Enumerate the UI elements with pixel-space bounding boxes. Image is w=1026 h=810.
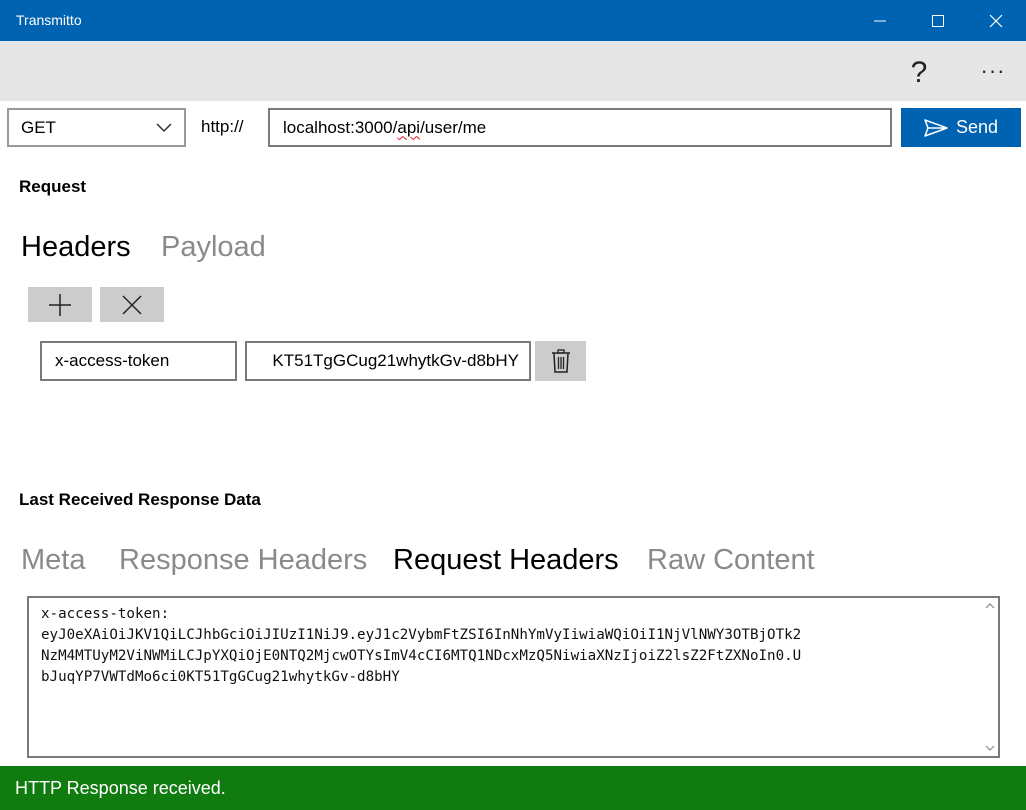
response-line: x-access-token: — [41, 606, 170, 622]
response-line: bJuqYP7VWTdMo6ci0KT51TgGCug21whytkGv-d8b… — [41, 669, 400, 685]
clear-headers-button[interactable] — [100, 287, 164, 322]
tab-headers[interactable]: Headers — [21, 231, 131, 264]
request-section-title: Request — [19, 177, 87, 196]
maximize-button[interactable] — [909, 0, 967, 41]
response-line: eyJ0eXAiOiJKV1QiLCJhbGciOiJIUzI1NiJ9.eyJ… — [41, 627, 802, 643]
response-section-title: Last Received Response Data — [19, 490, 261, 509]
tab-request-headers[interactable]: Request Headers — [393, 544, 619, 577]
help-button[interactable]: ? — [896, 53, 942, 93]
url-rest-text: /user/me — [420, 117, 487, 137]
delete-header-button[interactable] — [535, 341, 586, 381]
header-key-input[interactable]: x-access-token — [40, 341, 237, 381]
trash-icon — [551, 349, 570, 373]
vertical-scrollbar[interactable] — [982, 598, 998, 756]
close-icon — [122, 294, 142, 315]
scroll-up-icon[interactable] — [985, 602, 995, 610]
minimize-icon — [874, 20, 886, 21]
send-icon — [924, 118, 948, 137]
method-dropdown[interactable]: GET — [7, 108, 186, 147]
send-button[interactable]: Send — [901, 108, 1021, 147]
tab-raw-content[interactable]: Raw Content — [647, 544, 815, 577]
status-text: HTTP Response received. — [15, 777, 226, 798]
tab-payload[interactable]: Payload — [161, 231, 266, 264]
title-bar: Transmitto — [0, 0, 1026, 41]
chevron-down-icon — [156, 123, 172, 133]
status-bar: HTTP Response received. — [0, 766, 1026, 810]
maximize-icon — [932, 14, 944, 27]
url-misspelled-text: api — [397, 117, 421, 137]
tab-meta[interactable]: Meta — [21, 544, 85, 577]
url-input[interactable]: localhost:3000/api/user/me — [268, 108, 892, 147]
scroll-down-icon[interactable] — [985, 744, 995, 752]
add-header-button[interactable] — [28, 287, 92, 322]
send-label: Send — [955, 117, 999, 137]
close-button[interactable] — [967, 0, 1025, 41]
close-icon — [989, 14, 1003, 27]
tab-response-headers[interactable]: Response Headers — [119, 544, 367, 577]
scheme-label: http:// — [201, 117, 244, 136]
response-content-textarea[interactable]: x-access-token: eyJ0eXAiOiJKV1QiLCJhbGciO… — [27, 596, 1000, 758]
url-host-text: localhost:3000/ — [283, 117, 398, 137]
response-line: NzM4MTUyM2ViNWMiLCJpYXQiOjE0NTQ2MjcwOTYs… — [41, 648, 802, 664]
command-bar: ? ··· — [0, 41, 1026, 101]
header-value-input[interactable]: KT51TgGCug21whytkGv-d8bHY — [245, 341, 531, 381]
window-title: Transmitto — [16, 12, 82, 28]
plus-icon — [49, 293, 71, 316]
minimize-button[interactable] — [851, 0, 909, 41]
response-content-text: x-access-token: eyJ0eXAiOiJKV1QiLCJhbGciO… — [41, 604, 986, 688]
more-options-button[interactable]: ··· — [970, 53, 1016, 93]
method-value: GET — [21, 117, 56, 137]
